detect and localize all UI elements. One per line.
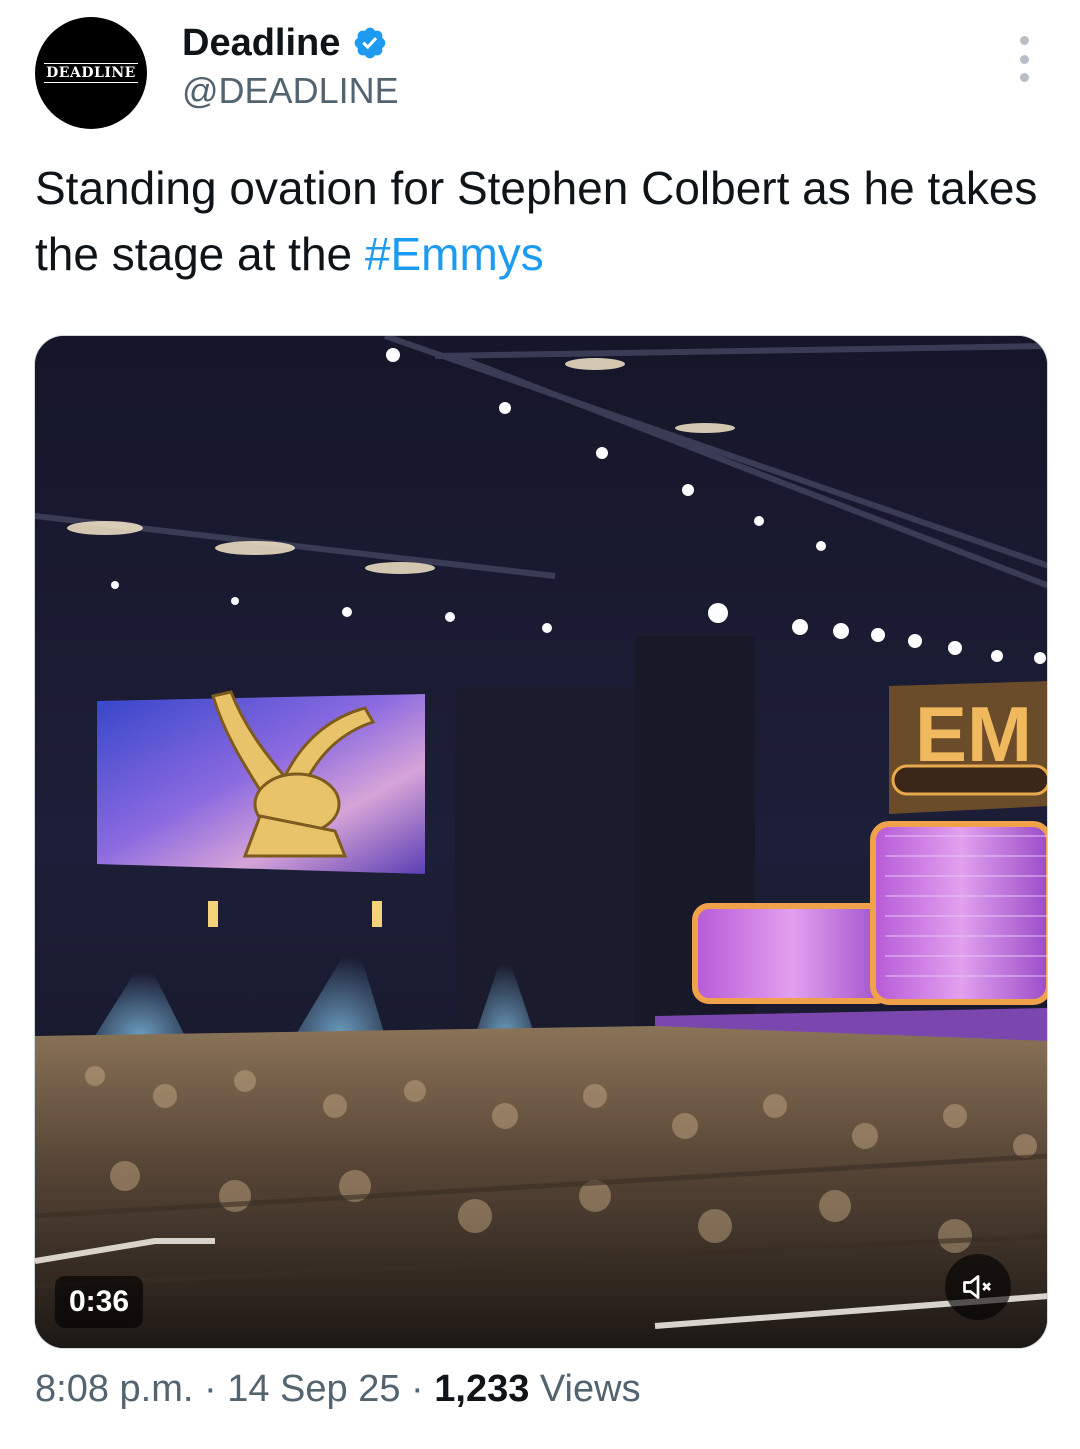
tweet-text: Standing ovation for Stephen Colbert as … [35,155,1055,287]
verified-badge-icon [355,27,386,59]
tweet-card: DEADLINE Deadline @DEADLINE Standing ova… [0,0,1080,1449]
author-name-row: Deadline [182,20,388,66]
video-frame: EM [35,336,1047,1348]
views-label: Views [529,1368,641,1410]
more-options-icon[interactable] [1008,36,1040,82]
timestamp-time[interactable]: 8:08 p.m. [35,1368,193,1410]
timestamp-date[interactable]: 14 Sep 25 [227,1368,400,1410]
avatar-logo-text: DEADLINE [44,63,138,83]
speaker-muted-icon [963,1275,991,1299]
video-duration-badge: 0:36 [55,1276,144,1328]
hashtag-link[interactable]: #Emmys [365,228,544,280]
tweet-meta: 8:08 p.m. · 14 Sep 25 · 1,233 Views [35,1364,641,1414]
avatar[interactable]: DEADLINE [35,17,147,129]
views-count[interactable]: 1,233 [434,1368,529,1410]
mute-toggle-button[interactable] [945,1254,1011,1320]
display-name[interactable]: Deadline [182,22,340,65]
separator-dot: · [193,1368,228,1410]
video-player[interactable]: EM 0:36 [34,335,1048,1349]
separator-dot: · [400,1368,435,1410]
handle[interactable]: @DEADLINE [182,70,399,112]
